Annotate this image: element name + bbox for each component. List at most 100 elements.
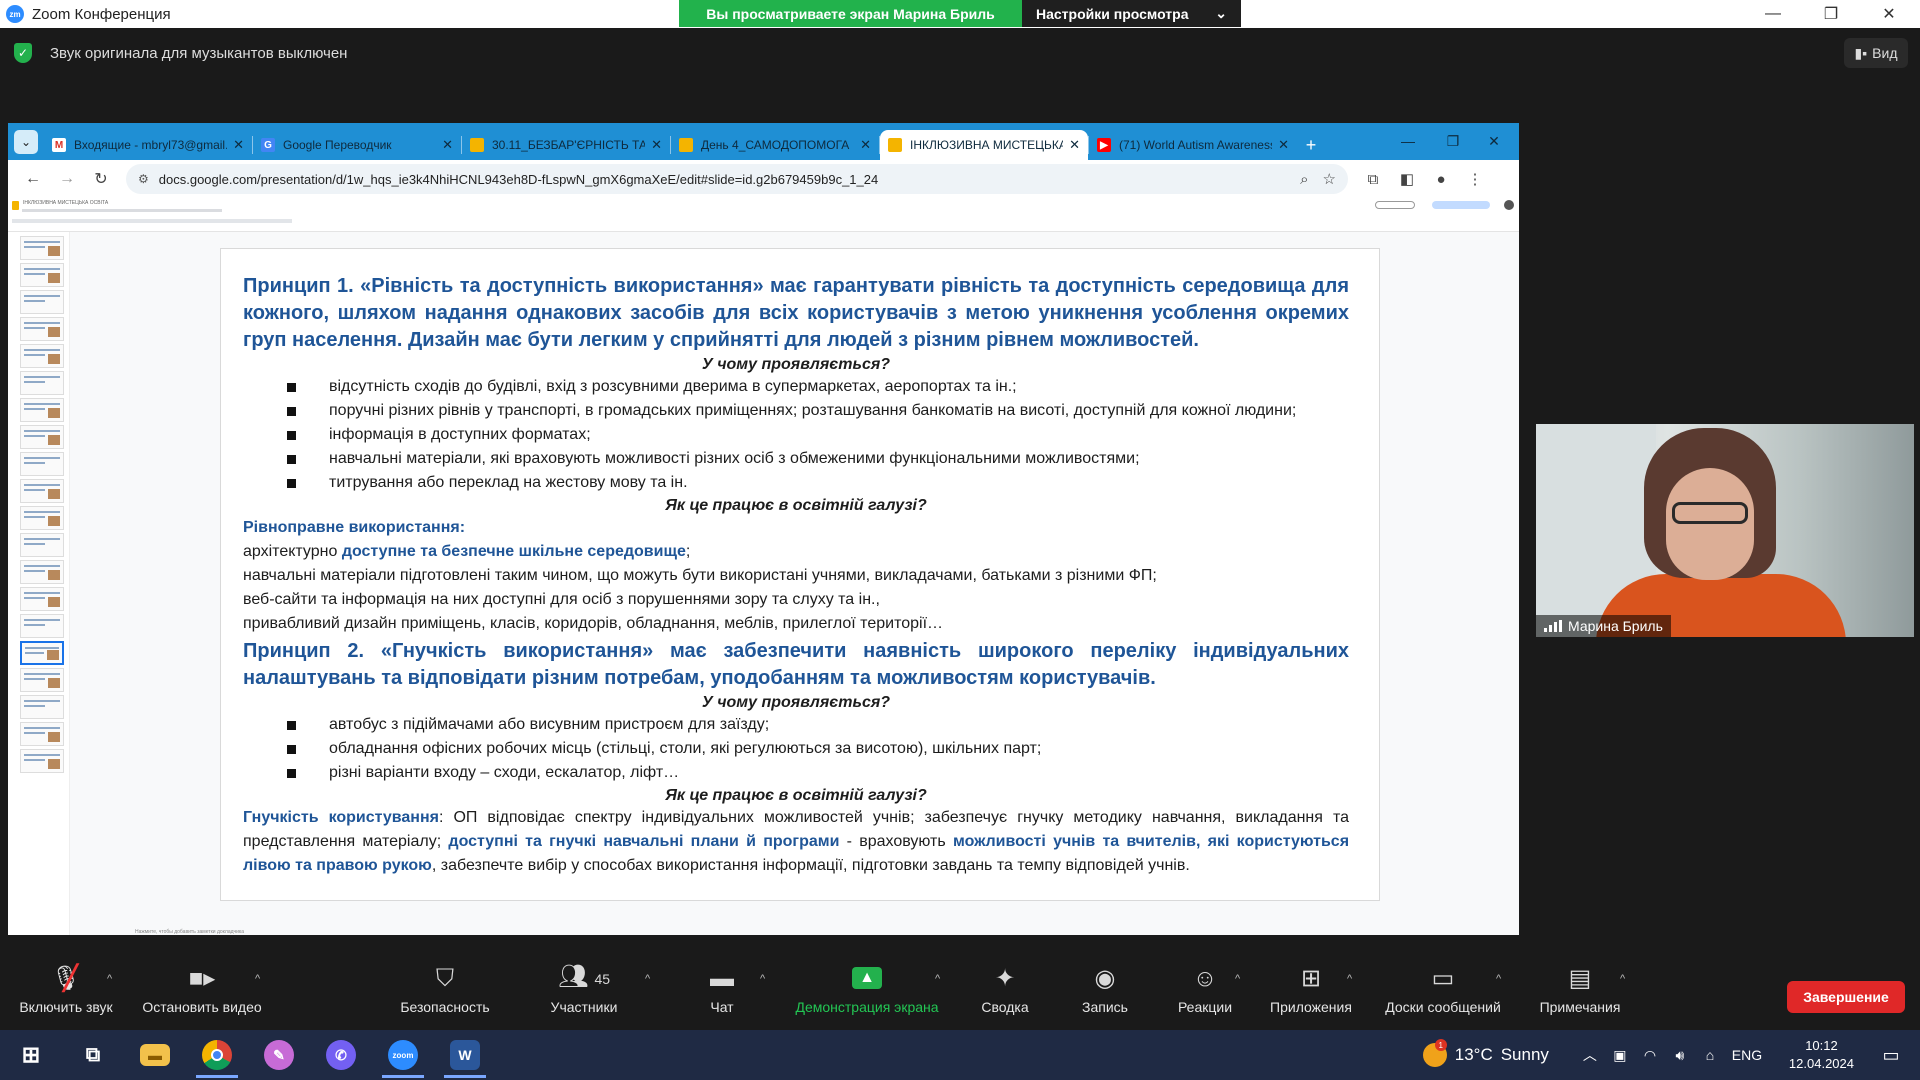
site-info-icon[interactable]: ⚙ <box>138 172 149 186</box>
language-indicator[interactable]: ENG <box>1725 1047 1769 1063</box>
whiteboards-button[interactable]: ▭ Доски сообщений <box>1376 955 1510 1025</box>
slide-thumbnail[interactable] <box>20 479 64 503</box>
slide-thumbnail[interactable] <box>20 506 64 530</box>
browser-tab[interactable]: G Google Переводчик ✕ <box>253 130 461 160</box>
speaker-icon[interactable]: 🔊︎ <box>1665 1047 1695 1064</box>
side-panel-icon[interactable]: ◧ <box>1390 164 1424 194</box>
tab-close-icon[interactable]: ✕ <box>233 137 244 153</box>
summary-button[interactable]: ✦ Сводка <box>968 955 1042 1025</box>
chevron-up-icon[interactable]: ︿ <box>1575 1045 1605 1065</box>
network-status-icon[interactable]: ⌂ <box>1695 1047 1725 1063</box>
paint-app-button[interactable]: ✎ <box>248 1030 310 1080</box>
slide-thumbnail[interactable] <box>20 398 64 422</box>
tab-close-icon[interactable]: ✕ <box>442 137 453 153</box>
slide-thumbnail[interactable] <box>20 560 64 584</box>
file-explorer-button[interactable]: ▬ <box>124 1030 186 1080</box>
browser-tab[interactable]: День 4_САМОДОПОМОГА ✕ <box>671 130 879 160</box>
bookmark-star-icon[interactable]: ☆ <box>1323 170 1336 188</box>
viber-button[interactable]: ✆ <box>310 1030 372 1080</box>
browser-close-button[interactable]: ✕ <box>1474 129 1514 153</box>
end-meeting-button[interactable]: Завершение <box>1787 981 1905 1013</box>
profile-avatar-icon[interactable]: ● <box>1424 164 1458 194</box>
forward-arrow-icon[interactable]: → <box>50 164 84 194</box>
reactions-options-caret[interactable]: ^ <box>1235 973 1240 985</box>
new-tab-button[interactable]: + <box>1297 130 1325 160</box>
slide-thumbnail[interactable] <box>20 668 64 692</box>
slide-thumbnail[interactable] <box>20 317 64 341</box>
reload-icon[interactable]: ↻ <box>84 164 118 194</box>
notes-options-caret[interactable]: ^ <box>1620 973 1625 985</box>
video-options-caret[interactable]: ^ <box>255 973 260 985</box>
minimize-button[interactable]: — <box>1744 0 1802 28</box>
participants-options-caret[interactable]: ^ <box>645 973 650 985</box>
browser-minimize-button[interactable]: — <box>1388 129 1428 153</box>
tab-close-icon[interactable]: ✕ <box>1278 137 1289 153</box>
slide-thumbnail[interactable] <box>20 695 64 719</box>
slide-thumbnail[interactable] <box>20 641 64 665</box>
user-avatar[interactable] <box>1504 200 1514 210</box>
notes-button[interactable]: ▤ Примечания <box>1532 955 1628 1025</box>
slide-thumbnail[interactable] <box>20 722 64 746</box>
notifications-icon[interactable]: ▭ <box>1876 1045 1906 1066</box>
speaker-notes-hint[interactable]: Нажмите, чтобы добавить заметки докладчи… <box>135 929 244 935</box>
wifi-icon[interactable]: ◠ <box>1635 1047 1665 1064</box>
share-screen-button[interactable]: ▲ Демонстрация экрана <box>782 955 952 1025</box>
whiteboards-options-caret[interactable]: ^ <box>1496 973 1501 985</box>
menu-kebab-icon[interactable]: ⋮ <box>1458 164 1492 194</box>
stop-video-button[interactable]: ■▸ Остановить видео <box>136 955 268 1025</box>
view-settings-dropdown[interactable]: Настройки просмотра ⌄ <box>1022 0 1241 27</box>
extensions-icon[interactable]: ⧉ <box>1356 164 1390 194</box>
browser-restore-button[interactable]: ❐ <box>1433 129 1473 153</box>
restore-button[interactable]: ❐ <box>1802 0 1860 28</box>
slide-thumbnail[interactable] <box>20 344 64 368</box>
current-slide[interactable]: Принцип 1. «Рівність та доступність вико… <box>220 248 1380 901</box>
slide-thumbnail[interactable] <box>20 452 64 476</box>
slide-thumbnail[interactable] <box>20 263 64 287</box>
chrome-button[interactable] <box>186 1030 248 1080</box>
chat-options-caret[interactable]: ^ <box>760 973 765 985</box>
tab-close-icon[interactable]: ✕ <box>1069 137 1080 153</box>
word-button[interactable]: W <box>434 1030 496 1080</box>
browser-tab[interactable]: 30.11_БЕЗБАР'ЄРНІСТЬ ТА ВІДНОВЛЕННЯ ✕ <box>462 130 670 160</box>
browser-tab[interactable]: ІНКЛЮЗИВНА МИСТЕЦЬКА ОСВІТА ✕ <box>880 130 1088 160</box>
back-arrow-icon[interactable]: ← <box>16 164 50 194</box>
security-button[interactable]: ⛉ Безопасность <box>390 955 500 1025</box>
participant-video-tile[interactable]: Марина Бриль <box>1536 424 1914 637</box>
slideshow-button[interactable] <box>1375 201 1415 209</box>
clock[interactable]: 10:12 12.04.2024 <box>1789 1037 1854 1073</box>
address-bar[interactable]: ⚙ docs.google.com/presentation/d/1w_hqs_… <box>126 164 1348 194</box>
tab-search-button[interactable]: ⌄ <box>14 130 38 154</box>
unmute-button[interactable]: 🎙︎ ╱ Включить звук <box>12 955 120 1025</box>
share-options-caret[interactable]: ^ <box>935 973 940 985</box>
slides-menu-bar[interactable] <box>22 209 222 212</box>
zoom-taskbar-button[interactable]: zoom <box>372 1030 434 1080</box>
chat-button[interactable]: ▬ Чат <box>694 955 750 1025</box>
zoom-magnifier-icon[interactable]: ⌕ <box>1300 171 1308 188</box>
slide-thumbnail[interactable] <box>20 749 64 773</box>
apps-options-caret[interactable]: ^ <box>1347 973 1352 985</box>
reactions-button[interactable]: ☺ Реакции <box>1170 955 1240 1025</box>
slide-thumbnail[interactable] <box>20 236 64 260</box>
close-button[interactable]: ✕ <box>1860 0 1918 28</box>
audio-options-caret[interactable]: ^ <box>107 973 112 985</box>
slides-format-toolbar[interactable] <box>12 219 292 223</box>
tab-close-icon[interactable]: ✕ <box>651 137 662 153</box>
participants-button[interactable]: 👥︎ 45 Участники <box>540 955 628 1025</box>
slide-thumbnail[interactable] <box>20 290 64 314</box>
slide-thumbnail[interactable] <box>20 587 64 611</box>
share-button[interactable] <box>1432 201 1490 209</box>
weather-widget[interactable]: 1 13°C Sunny <box>1422 1039 1549 1067</box>
presentation-title[interactable]: ІНКЛЮЗИВНА МИСТЕЦЬКА ОСВІТА <box>23 200 108 206</box>
start-button[interactable]: ⊞ <box>0 1030 62 1080</box>
browser-tab[interactable]: ▶ (71) World Autism Awareness Day ✕ <box>1089 130 1297 160</box>
task-view-button[interactable]: ⧉ <box>62 1030 124 1080</box>
apps-button[interactable]: ⊞ Приложения <box>1264 955 1358 1025</box>
slide-thumbnail[interactable] <box>20 371 64 395</box>
slide-thumbnail[interactable] <box>20 425 64 449</box>
record-button[interactable]: ◉ Запись <box>1072 955 1138 1025</box>
slide-thumbnail[interactable] <box>20 533 64 557</box>
browser-tab[interactable]: M Входящие - mbryl73@gmail.com ✕ <box>44 130 252 160</box>
slide-thumbnail[interactable] <box>20 614 64 638</box>
meet-now-icon[interactable]: ▣ <box>1605 1047 1635 1064</box>
tab-close-icon[interactable]: ✕ <box>860 137 871 153</box>
